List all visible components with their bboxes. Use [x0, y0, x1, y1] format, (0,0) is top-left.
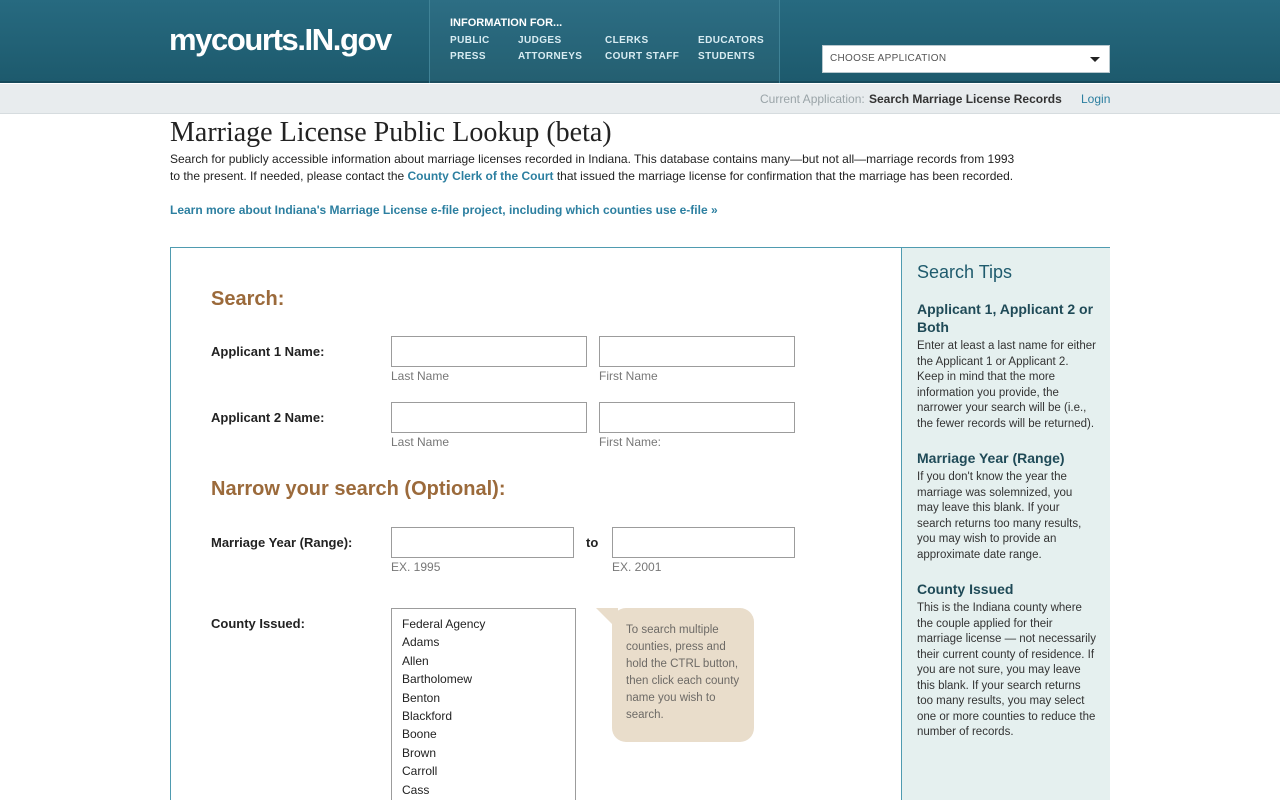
applicant1-first-name-hint: First Name	[599, 369, 658, 383]
information-for-menu: INFORMATION FOR... PUBLIC PRESS JUDGES A…	[429, 0, 780, 83]
applicant1-last-name-input[interactable]	[391, 336, 587, 367]
county-option[interactable]: Boone	[392, 725, 575, 743]
county-issued-label: County Issued:	[211, 616, 305, 631]
applicant2-last-name-input[interactable]	[391, 402, 587, 433]
multi-select-tip: To search multiple counties, press and h…	[596, 608, 754, 742]
nav-link-attorneys[interactable]: ATTORNEYS	[518, 51, 582, 62]
year-to-example: EX. 2001	[612, 560, 662, 574]
county-option[interactable]: Blackford	[392, 707, 575, 725]
applicant2-first-name-hint: First Name:	[599, 435, 662, 449]
county-option[interactable]: Adams	[392, 633, 575, 651]
intro-text: Search for publicly accessible informati…	[170, 151, 1020, 184]
applicant1-label: Applicant 1 Name:	[211, 344, 325, 359]
marriage-year-label: Marriage Year (Range):	[211, 535, 353, 550]
search-tips-sidebar: Search Tips Applicant 1, Applicant 2 or …	[901, 248, 1110, 800]
nav-link-clerks[interactable]: CLERKS	[605, 35, 649, 46]
nav-link-judges[interactable]: JUDGES	[518, 35, 562, 46]
nav-link-court-staff[interactable]: COURT STAFF	[605, 51, 679, 62]
county-multiselect[interactable]: Federal Agency Adams Allen Bartholomew B…	[391, 608, 576, 800]
search-tips-title: Search Tips	[917, 262, 1013, 282]
page-title: Marriage License Public Lookup (beta)	[170, 117, 612, 148]
tip-heading-marriage-year: Marriage Year (Range)	[917, 450, 1065, 466]
search-form: Search: Applicant 1 Name: Last Name Firs…	[171, 248, 901, 800]
nav-link-press[interactable]: PRESS	[450, 51, 486, 62]
choose-application-label: CHOOSE APPLICATION	[830, 53, 947, 64]
search-panel: Search: Applicant 1 Name: Last Name Firs…	[170, 247, 1110, 800]
county-option[interactable]: Benton	[392, 689, 575, 707]
tip-text-applicants: Enter at least a last name for either th…	[917, 340, 1096, 430]
applicant1-first-name-input[interactable]	[599, 336, 795, 367]
county-option[interactable]: Brown	[392, 744, 575, 762]
county-option[interactable]: Carroll	[392, 762, 575, 780]
search-heading: Search:	[211, 288, 285, 310]
county-option[interactable]: Allen	[392, 652, 575, 670]
nav-link-educators[interactable]: EDUCATORS	[698, 35, 764, 46]
current-application-label: Current Application:	[760, 92, 865, 106]
applicant2-label: Applicant 2 Name:	[211, 410, 325, 425]
applicant1-last-name-hint: Last Name	[391, 369, 450, 383]
county-option[interactable]: Federal Agency	[392, 615, 575, 633]
year-from-example: EX. 1995	[391, 560, 441, 574]
choose-application-select[interactable]: CHOOSE APPLICATION	[822, 45, 1110, 73]
tip-heading-county: County Issued	[917, 581, 1014, 597]
site-logo[interactable]: mycourts.IN.gov	[169, 22, 392, 58]
learn-more-link[interactable]: Learn more about Indiana's Marriage Lice…	[170, 203, 718, 217]
current-application-value: Search Marriage License Records	[869, 92, 1062, 106]
applicant2-last-name-hint: Last Name	[391, 435, 450, 449]
nav-link-public[interactable]: PUBLIC	[450, 35, 490, 46]
nav-link-students[interactable]: STUDENTS	[698, 51, 755, 62]
narrow-search-heading: Narrow your search (Optional):	[211, 478, 506, 500]
applicant2-first-name-input[interactable]	[599, 402, 795, 433]
current-application-bar: Current Application: Search Marriage Lic…	[0, 84, 1280, 114]
county-option[interactable]: Bartholomew	[392, 670, 575, 688]
tip-text-county: This is the Indiana county where the cou…	[917, 602, 1096, 738]
intro-text-part-2: that issued the marriage license for con…	[553, 168, 1014, 183]
information-for-title: INFORMATION FOR...	[450, 17, 563, 29]
county-clerk-link[interactable]: County Clerk of the Court	[408, 169, 554, 183]
year-to-input[interactable]	[612, 527, 795, 558]
tip-text-marriage-year: If you don't know the year the marriage …	[917, 471, 1082, 561]
county-option[interactable]: Cass	[392, 781, 575, 799]
login-link[interactable]: Login	[1081, 92, 1110, 106]
year-from-input[interactable]	[391, 527, 574, 558]
chevron-down-icon	[1090, 57, 1100, 62]
site-header: mycourts.IN.gov INFORMATION FOR... PUBLI…	[0, 0, 1280, 83]
year-range-to-label: to	[586, 535, 599, 550]
tip-heading-applicants: Applicant 1, Applicant 2 or Both	[917, 301, 1094, 335]
